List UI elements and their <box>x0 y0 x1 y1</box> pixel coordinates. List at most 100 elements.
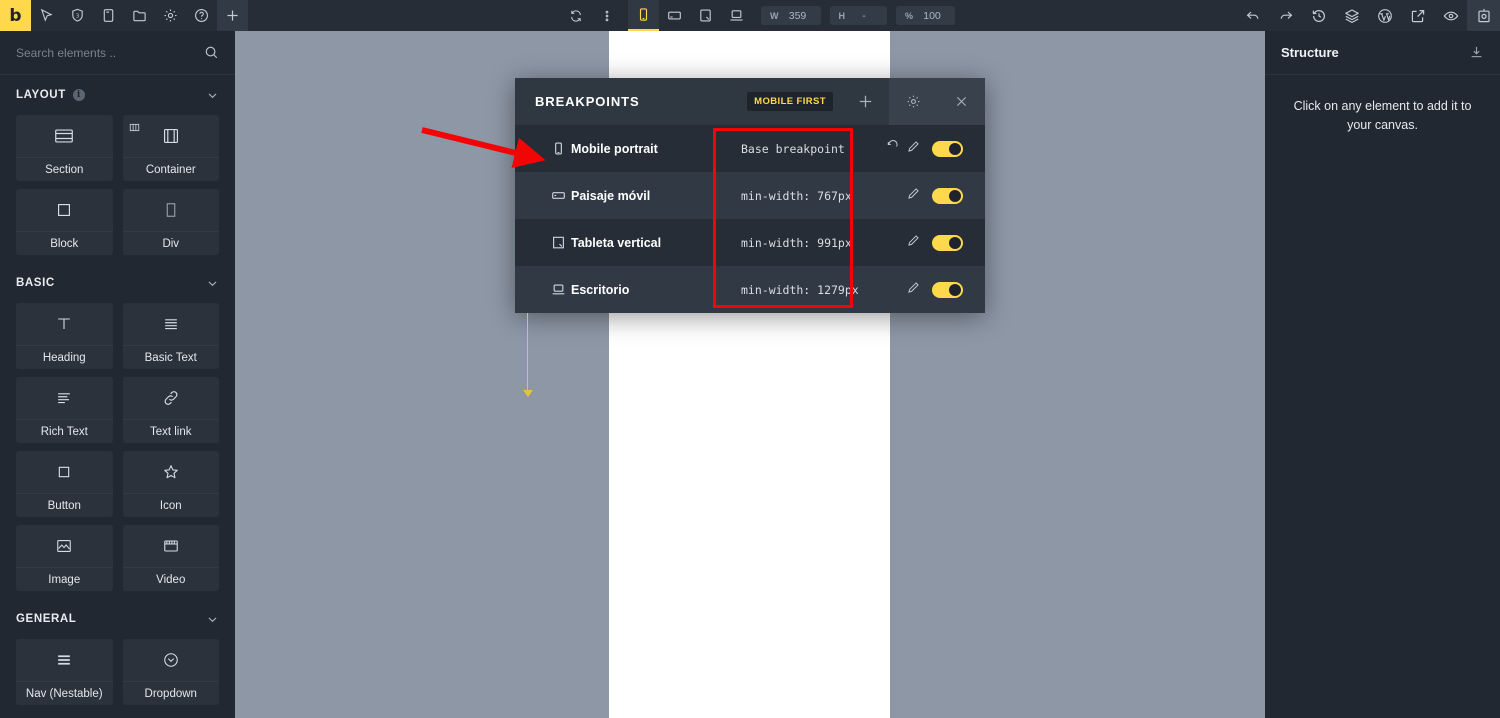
element-card-text-link[interactable]: Text link <box>123 377 220 443</box>
section-title-basic: BASIC <box>16 277 55 289</box>
plus-icon[interactable] <box>217 0 248 31</box>
device-mobile-landscape[interactable] <box>659 0 690 31</box>
toolbar-left-group: b 3 <box>0 0 248 31</box>
section-header-basic[interactable]: BASIC <box>0 263 235 303</box>
edit-icon[interactable] <box>907 234 920 252</box>
layout-elements-grid: Section Container Block <box>0 115 235 263</box>
close-modal-button[interactable] <box>937 78 985 125</box>
height-field-label: H <box>830 11 854 21</box>
page-icon[interactable] <box>93 0 124 31</box>
reset-icon[interactable] <box>886 140 899 158</box>
element-card-video[interactable]: Video <box>123 525 220 591</box>
element-card-basic-text[interactable]: Basic Text <box>123 303 220 369</box>
breakpoint-row-escritorio[interactable]: Escritorio min-width: 1279px <box>515 266 985 313</box>
zoom-field[interactable]: % 100 <box>896 6 955 25</box>
element-card-heading[interactable]: Heading <box>16 303 113 369</box>
edit-icon[interactable] <box>907 281 920 299</box>
history-icon[interactable] <box>1302 0 1335 31</box>
breakpoint-row-mobile-portrait[interactable]: Mobile portrait Base breakpoint <box>515 125 985 172</box>
element-card-rich-text[interactable]: Rich Text <box>16 377 113 443</box>
breakpoint-value: Base breakpoint <box>741 142 886 156</box>
button-icon <box>16 451 113 493</box>
redo-icon[interactable] <box>1269 0 1302 31</box>
svg-text:3: 3 <box>76 13 80 19</box>
info-icon[interactable]: i <box>73 89 85 101</box>
eye-icon[interactable] <box>1434 0 1467 31</box>
heading-icon <box>16 303 113 345</box>
breakpoint-toggle[interactable] <box>932 188 963 204</box>
element-card-container[interactable]: Container <box>123 115 220 181</box>
shield-icon[interactable]: 3 <box>62 0 93 31</box>
video-icon <box>123 525 220 567</box>
edit-icon[interactable] <box>907 187 920 205</box>
element-card-image[interactable]: Image <box>16 525 113 591</box>
search-elements-row[interactable] <box>0 31 235 75</box>
element-label: Container <box>123 157 220 181</box>
toolbar-right-group <box>1236 0 1500 31</box>
width-field[interactable]: W 359 <box>761 6 821 25</box>
height-field[interactable]: H - <box>830 6 888 25</box>
structure-panel: Structure Click on any element to add it… <box>1265 31 1500 718</box>
breakpoint-name: Mobile portrait <box>571 142 741 156</box>
element-label: Div <box>123 231 220 255</box>
element-card-nav-nestable[interactable]: Nav (Nestable) <box>16 639 113 705</box>
layers-icon[interactable] <box>1335 0 1368 31</box>
chevron-down-icon[interactable] <box>206 89 219 102</box>
breakpoint-toggle[interactable] <box>932 282 963 298</box>
help-icon[interactable] <box>186 0 217 31</box>
structure-title: Structure <box>1281 45 1339 60</box>
element-card-section[interactable]: Section <box>16 115 113 181</box>
breakpoints-list: Mobile portrait Base breakpoint Paisaje … <box>515 125 985 313</box>
folder-icon[interactable] <box>124 0 155 31</box>
phone-landscape-icon <box>545 188 571 203</box>
tablet-icon <box>545 235 571 250</box>
element-card-dropdown[interactable]: Dropdown <box>123 639 220 705</box>
add-breakpoint-button[interactable] <box>841 78 889 125</box>
chevron-down-icon[interactable] <box>206 277 219 290</box>
undo-icon[interactable] <box>1236 0 1269 31</box>
device-mobile-portrait[interactable] <box>628 0 659 31</box>
download-icon[interactable] <box>1469 45 1484 60</box>
search-icon[interactable] <box>204 45 219 60</box>
external-link-icon[interactable] <box>1401 0 1434 31</box>
element-label: Block <box>16 231 113 255</box>
basic-text-icon <box>123 303 220 345</box>
height-field-value: - <box>853 10 887 22</box>
zoom-field-value: 100 <box>921 10 955 22</box>
element-card-button[interactable]: Button <box>16 451 113 517</box>
app-root: b 3 <box>0 0 1500 718</box>
mobile-first-badge: MOBILE FIRST <box>747 92 833 111</box>
cursor-icon[interactable] <box>31 0 62 31</box>
edit-icon[interactable] <box>907 140 920 158</box>
element-card-div[interactable]: Div <box>123 189 220 255</box>
element-card-block[interactable]: Block <box>16 189 113 255</box>
width-field-value: 359 <box>787 10 821 22</box>
rich-text-icon <box>16 377 113 419</box>
breakpoint-row-tableta-vertical[interactable]: Tableta vertical min-width: 991px <box>515 219 985 266</box>
breakpoint-toggle[interactable] <box>932 235 963 251</box>
device-desktop[interactable] <box>721 0 752 31</box>
device-tablet[interactable] <box>690 0 721 31</box>
more-vertical-icon[interactable] <box>591 0 622 31</box>
breakpoint-toggle[interactable] <box>932 141 963 157</box>
app-logo[interactable]: b <box>0 0 31 31</box>
section-header-general[interactable]: GENERAL <box>0 599 235 639</box>
breakpoint-row-paisaje-movil[interactable]: Paisaje móvil min-width: 767px <box>515 172 985 219</box>
wordpress-icon[interactable] <box>1368 0 1401 31</box>
columns-badge-icon <box>129 120 140 138</box>
element-label: Dropdown <box>123 681 220 705</box>
breakpoint-name: Tableta vertical <box>571 236 741 250</box>
desktop-icon <box>545 282 571 297</box>
breakpoint-value: min-width: 991px <box>741 236 907 250</box>
search-input[interactable] <box>16 46 204 60</box>
section-header-layout[interactable]: LAYOUT i <box>0 75 235 115</box>
breakpoint-connector-arrowhead <box>523 390 533 397</box>
breakpoint-settings-button[interactable] <box>889 78 937 125</box>
section-title-layout: LAYOUT <box>16 89 66 101</box>
element-card-icon[interactable]: Icon <box>123 451 220 517</box>
chevron-down-icon[interactable] <box>206 613 219 626</box>
breakpoint-tools <box>907 281 963 299</box>
gear-icon[interactable] <box>155 0 186 31</box>
save-icon[interactable] <box>1467 0 1500 31</box>
refresh-icon[interactable] <box>560 0 591 31</box>
